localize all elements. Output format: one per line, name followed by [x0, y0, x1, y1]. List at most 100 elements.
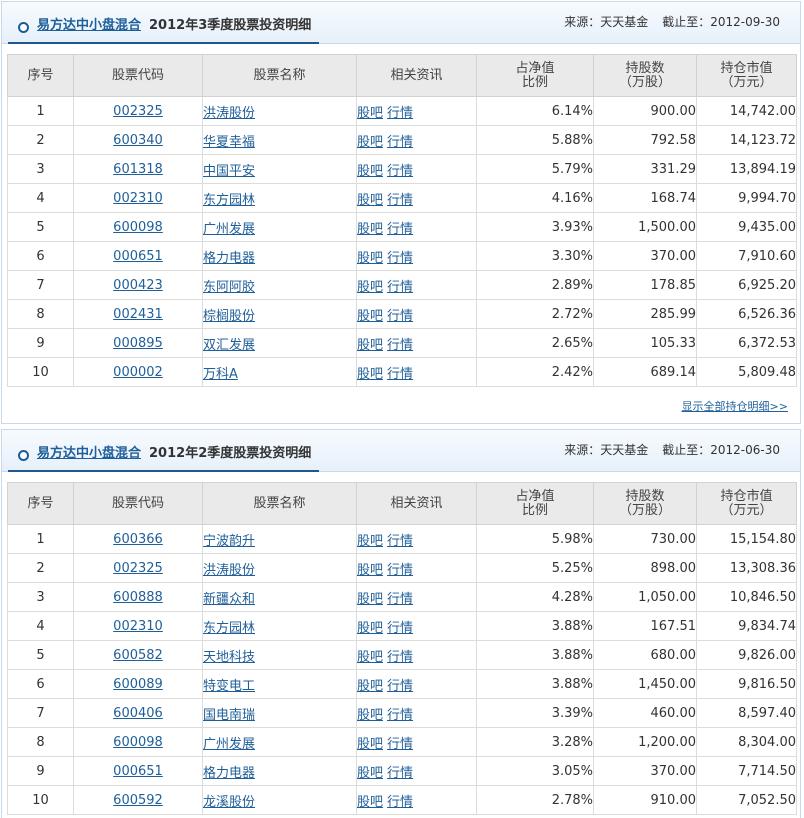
stock-code-link[interactable]: 601318 [113, 162, 163, 177]
guba-link[interactable]: 股吧 [357, 367, 383, 382]
stock-name-link[interactable]: 宁波韵升 [203, 534, 255, 549]
quote-link[interactable]: 行情 [387, 164, 413, 179]
quote-link[interactable]: 行情 [387, 708, 413, 723]
stock-code-link[interactable]: 600098 [113, 735, 163, 750]
quote-link[interactable]: 行情 [387, 367, 413, 382]
stock-name-link[interactable]: 华夏幸福 [203, 135, 255, 150]
show-all-holdings-link[interactable]: 显示全部持仓明细>> [682, 400, 788, 413]
quote-link[interactable]: 行情 [387, 766, 413, 781]
stock-name-link[interactable]: 洪涛股份 [203, 563, 255, 578]
stock-code-link[interactable]: 600366 [113, 532, 163, 547]
stock-name-link[interactable]: 天地科技 [203, 650, 255, 665]
quote-link[interactable]: 行情 [387, 795, 413, 810]
fund-name-link[interactable]: 易方达中小盘混合 [37, 18, 141, 33]
shares-cell: 1,050.00 [593, 582, 697, 612]
quote-link[interactable]: 行情 [387, 737, 413, 752]
quote-link[interactable]: 行情 [387, 106, 413, 121]
guba-link[interactable]: 股吧 [357, 679, 383, 694]
guba-link[interactable]: 股吧 [357, 534, 383, 549]
stock-code-link[interactable]: 600582 [113, 648, 163, 663]
quote-link[interactable]: 行情 [387, 592, 413, 607]
guba-link[interactable]: 股吧 [357, 708, 383, 723]
stock-code-link[interactable]: 000002 [113, 365, 163, 380]
quote-link[interactable]: 行情 [387, 280, 413, 295]
stock-code-link[interactable]: 002325 [113, 561, 163, 576]
guba-link[interactable]: 股吧 [357, 338, 383, 353]
stock-name-link[interactable]: 格力电器 [203, 766, 255, 781]
stock-code-link[interactable]: 600406 [113, 706, 163, 721]
stock-name-link[interactable]: 广州发展 [203, 737, 255, 752]
guba-link[interactable]: 股吧 [357, 621, 383, 636]
stock-code-link[interactable]: 600888 [113, 590, 163, 605]
stock-code-link[interactable]: 000651 [113, 249, 163, 264]
stock-name-link[interactable]: 国电南瑞 [203, 708, 255, 723]
table-row: 1 002325 洪涛股份 股吧 行情 6.14% 900.00 14,742.00 [7, 96, 797, 126]
column-header-info: 相关资讯 [356, 482, 477, 525]
stock-code-link[interactable]: 002325 [113, 104, 163, 119]
guba-link[interactable]: 股吧 [357, 106, 383, 121]
fund-name-link[interactable]: 易方达中小盘混合 [37, 446, 141, 461]
stock-name-link[interactable]: 东方园林 [203, 193, 255, 208]
column-header-ratio: 占净值 比例 [476, 482, 594, 525]
stock-code-link[interactable]: 000895 [113, 336, 163, 351]
stock-code-link[interactable]: 600592 [113, 793, 163, 808]
stock-code-link[interactable]: 000423 [113, 278, 163, 293]
guba-link[interactable]: 股吧 [357, 795, 383, 810]
guba-link[interactable]: 股吧 [357, 563, 383, 578]
guba-link[interactable]: 股吧 [357, 737, 383, 752]
guba-link[interactable]: 股吧 [357, 135, 383, 150]
stock-name-link[interactable]: 东阿阿胶 [203, 280, 255, 295]
market-value: 13,308.36 [729, 560, 796, 576]
code-cell: 000651 [73, 756, 203, 786]
stock-name-link[interactable]: 特变电工 [203, 679, 255, 694]
stock-name-link[interactable]: 中国平安 [203, 164, 255, 179]
stock-code-link[interactable]: 002310 [113, 191, 163, 206]
stock-code-link[interactable]: 002431 [113, 307, 163, 322]
quote-link[interactable]: 行情 [387, 193, 413, 208]
stock-name-link[interactable]: 东方园林 [203, 621, 255, 636]
shares-held: 460.00 [650, 705, 697, 721]
quote-link[interactable]: 行情 [387, 563, 413, 578]
guba-link[interactable]: 股吧 [357, 280, 383, 295]
quote-link[interactable]: 行情 [387, 251, 413, 266]
shares-held: 1,500.00 [638, 219, 696, 235]
quote-link[interactable]: 行情 [387, 679, 413, 694]
guba-link[interactable]: 股吧 [357, 650, 383, 665]
stock-name-link[interactable]: 广州发展 [203, 222, 255, 237]
stock-code-link[interactable]: 002310 [113, 619, 163, 634]
quote-link[interactable]: 行情 [387, 135, 413, 150]
stock-name-link[interactable]: 万科A [203, 367, 238, 382]
panel-title: 易方达中小盘混合 2012年2季度股票投资明细 [8, 436, 320, 472]
stock-code-link[interactable]: 600340 [113, 133, 163, 148]
show-all-holdings: 显示全部持仓明细>> [682, 398, 788, 414]
stock-code-link[interactable]: 000651 [113, 764, 163, 779]
market-value: 14,742.00 [729, 103, 796, 119]
stock-name-link[interactable]: 龙溪股份 [203, 795, 255, 810]
quote-link[interactable]: 行情 [387, 534, 413, 549]
stock-name-link[interactable]: 棕榈股份 [203, 309, 255, 324]
rank-cell: 6 [7, 241, 74, 271]
guba-link[interactable]: 股吧 [357, 766, 383, 781]
guba-link[interactable]: 股吧 [357, 193, 383, 208]
value-cell: 14,742.00 [696, 96, 797, 126]
guba-link[interactable]: 股吧 [357, 251, 383, 266]
net-value-ratio: 4.28% [551, 589, 593, 605]
quote-link[interactable]: 行情 [387, 309, 413, 324]
guba-link[interactable]: 股吧 [357, 592, 383, 607]
stock-name-link[interactable]: 新疆众和 [203, 592, 255, 607]
ratio-cell: 2.78% [476, 785, 594, 815]
rank: 5 [36, 219, 45, 235]
ratio-cell: 2.89% [476, 270, 594, 300]
guba-link[interactable]: 股吧 [357, 222, 383, 237]
stock-code-link[interactable]: 600089 [113, 677, 163, 692]
stock-name-link[interactable]: 格力电器 [203, 251, 255, 266]
quote-link[interactable]: 行情 [387, 338, 413, 353]
guba-link[interactable]: 股吧 [357, 164, 383, 179]
quote-link[interactable]: 行情 [387, 621, 413, 636]
quote-link[interactable]: 行情 [387, 650, 413, 665]
stock-code-link[interactable]: 600098 [113, 220, 163, 235]
quote-link[interactable]: 行情 [387, 222, 413, 237]
guba-link[interactable]: 股吧 [357, 309, 383, 324]
stock-name-link[interactable]: 双汇发展 [203, 338, 255, 353]
stock-name-link[interactable]: 洪涛股份 [203, 106, 255, 121]
